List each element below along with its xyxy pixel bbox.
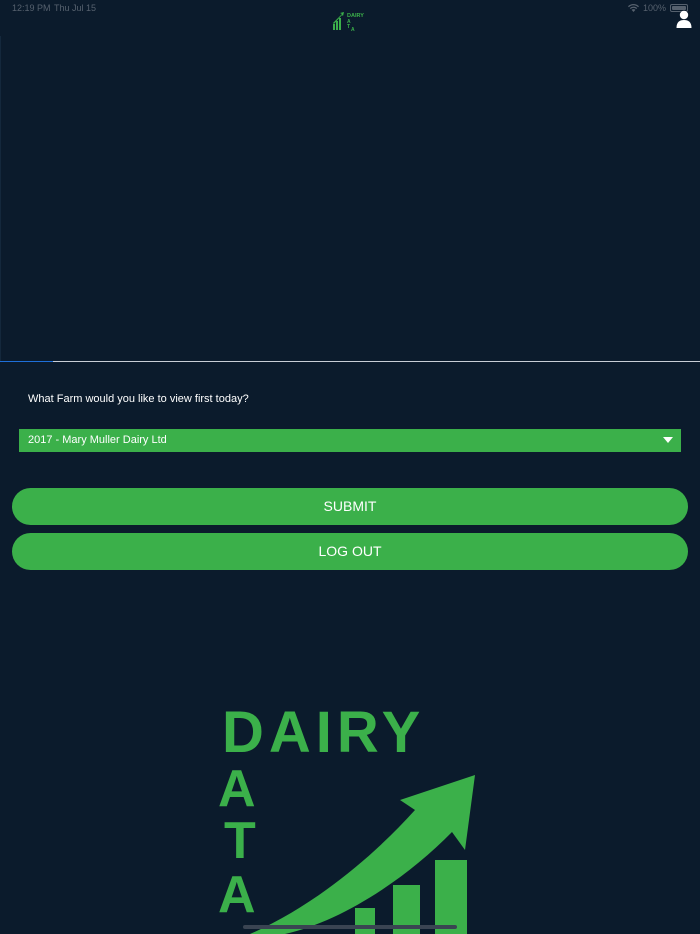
loading-progress-bar (0, 361, 700, 362)
dairy-data-logo: DAIRY A T A (218, 700, 475, 934)
logo-letter-t: T (224, 812, 256, 870)
loading-progress-fill (0, 361, 54, 362)
logout-button[interactable]: LOG OUT (12, 533, 688, 570)
chevron-down-icon (663, 437, 673, 443)
farm-select-dropdown[interactable]: 2017 - Mary Muller Dairy Ltd (19, 429, 681, 452)
battery-percent: 100% (642, 3, 666, 13)
farm-select-value: 2017 - Mary Muller Dairy Ltd (28, 434, 167, 446)
app-screen: 12:19 PM Thu Jul 15 100% DAIRY A T A Wha… (0, 0, 700, 934)
home-indicator[interactable] (243, 925, 457, 929)
svg-text:T: T (347, 24, 350, 30)
svg-text:A: A (351, 27, 355, 31)
wifi-icon (627, 4, 639, 12)
logo-letter-a2: A (218, 866, 256, 924)
header-logo: DAIRY A T A (333, 12, 364, 31)
logo-word-dairy: DAIRY (222, 700, 425, 765)
status-date: Thu Jul 15 (54, 3, 97, 13)
logo-letter-a1: A (218, 760, 256, 818)
profile-icon[interactable] (676, 10, 692, 28)
submit-button[interactable]: SUBMIT (12, 488, 688, 525)
content-web-view (0, 36, 700, 361)
farm-question-label: What Farm would you like to view first t… (28, 393, 249, 405)
status-time: 12:19 PM (12, 3, 51, 13)
